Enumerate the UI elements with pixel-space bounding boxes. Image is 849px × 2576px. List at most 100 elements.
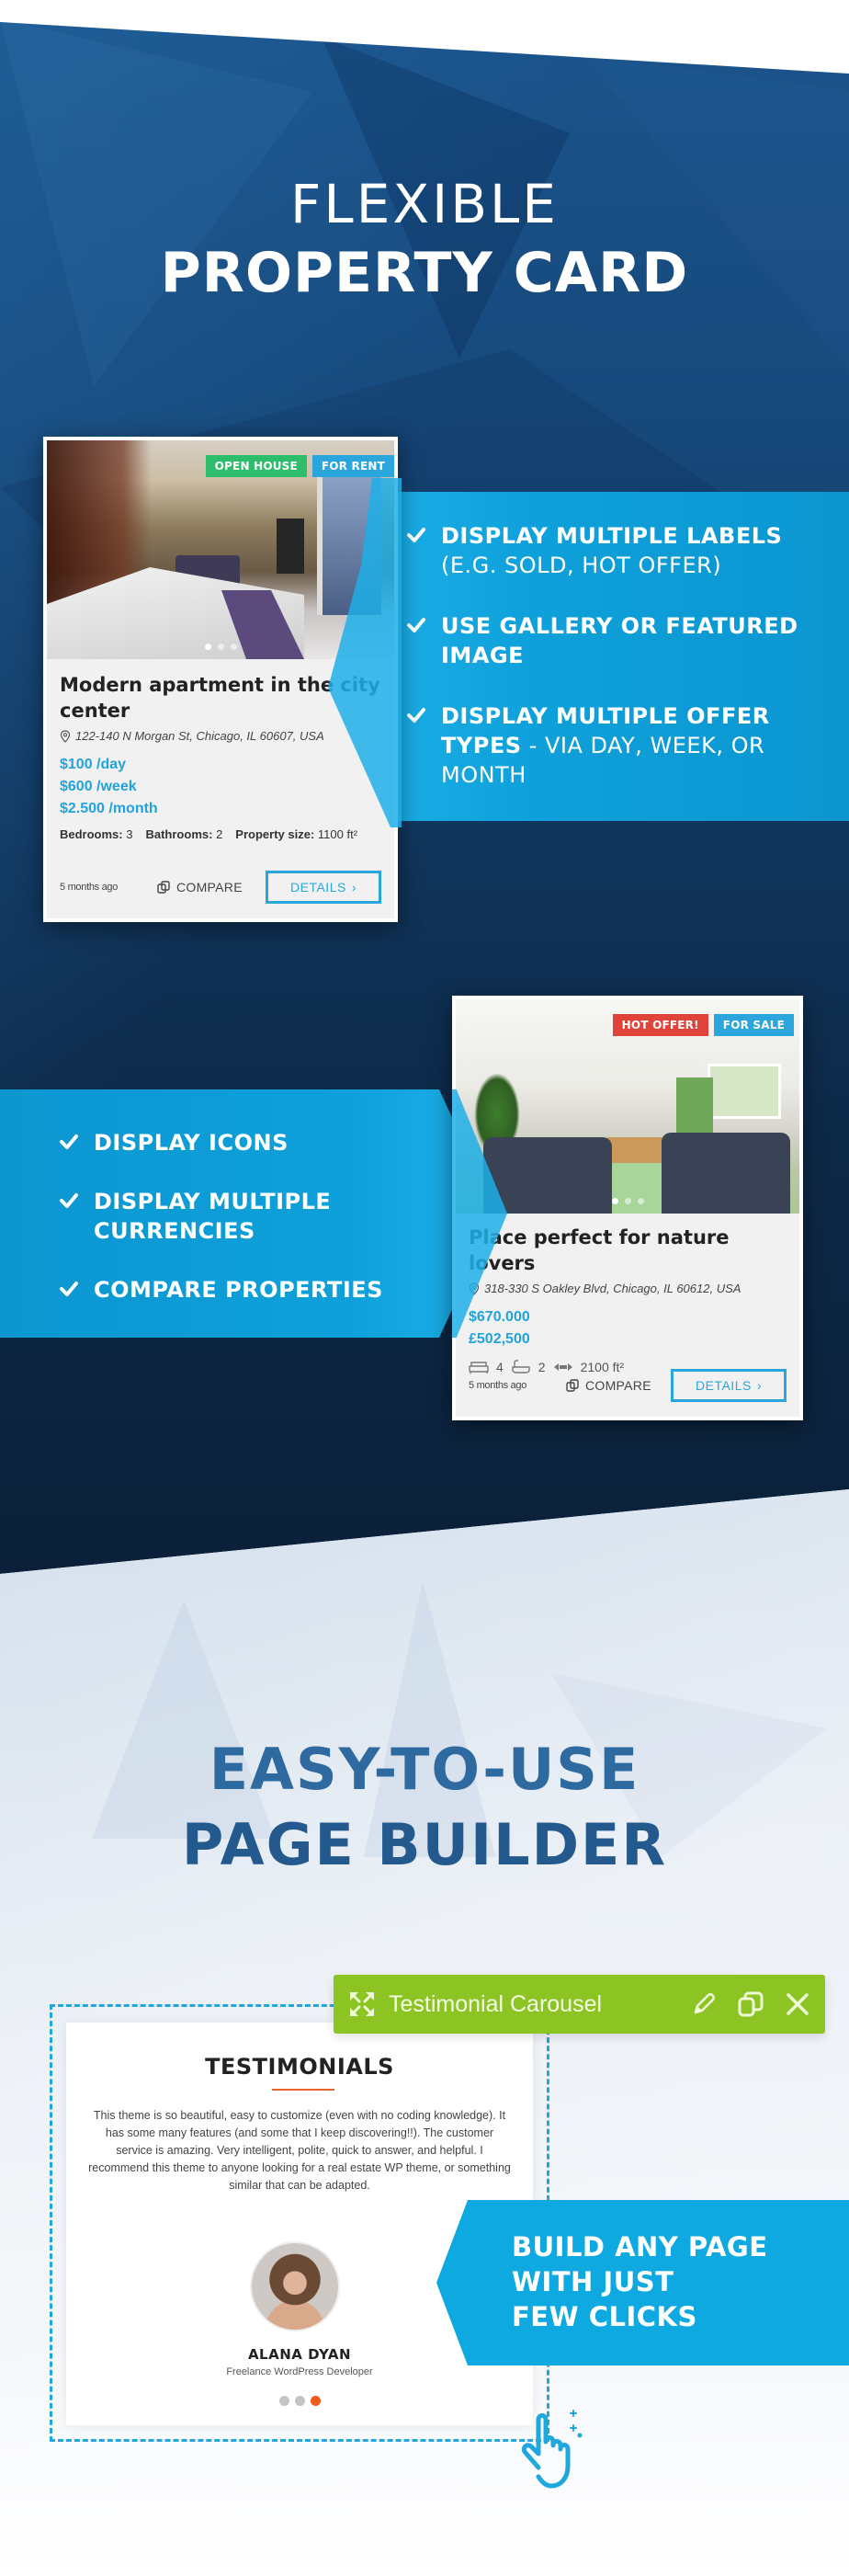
price-gbp: £502,500: [469, 1331, 530, 1347]
testimonial-author-role: Freelance WordPress Developer: [226, 2366, 373, 2377]
property-photo[interactable]: OPEN HOUSE FOR RENT: [47, 440, 394, 659]
cta-panel: BUILD ANY PAGE WITH JUST FEW CLICKS: [436, 2200, 849, 2365]
compare-button[interactable]: COMPARE: [157, 880, 266, 895]
property-photo[interactable]: HOT OFFER! FOR SALE: [456, 999, 799, 1214]
card-footer: 5 months ago COMPARE DETAILS ›: [60, 871, 381, 904]
details-button[interactable]: DETAILS ›: [671, 1369, 787, 1402]
testimonial-quote: This theme is so beautiful, easy to cust…: [88, 2109, 511, 2192]
edit-pencil-icon[interactable]: [691, 1991, 717, 2017]
feature-bold: DISPLAY ICONS: [94, 1130, 289, 1156]
gallery-dots: [456, 1198, 799, 1204]
property-labels: OPEN HOUSE FOR RENT: [205, 455, 394, 477]
spec-bathrooms: Bathrooms: 2: [145, 827, 222, 841]
hero-title-line-1: FLEXIBLE: [290, 173, 559, 235]
details-label: DETAILS: [290, 880, 346, 895]
spec-bedrooms: Bedrooms: 3: [60, 827, 132, 841]
compare-label: COMPARE: [585, 1378, 651, 1393]
photo-detail: [708, 1064, 781, 1119]
close-icon[interactable]: [785, 1991, 810, 2017]
check-icon: [407, 618, 425, 633]
cta-line: BUILD ANY PAGE: [512, 2231, 768, 2263]
feature-bold: DISPLAY MULTIPLE LABELS: [441, 523, 783, 549]
property-address: 318-330 S Oakley Blvd, Chicago, IL 60612…: [469, 1282, 787, 1295]
duplicate-icon[interactable]: [737, 1990, 764, 2018]
spec-value: 2: [216, 827, 223, 841]
features-panel-bottom: DISPLAY ICONS DISPLAY MULTIPLE CURRENCIE…: [0, 1089, 496, 1338]
posted-time: 5 months ago: [469, 1380, 527, 1391]
card-body: Place perfect for nature lovers 318-330 …: [469, 1225, 787, 1374]
gallery-dot[interactable]: [204, 644, 211, 650]
check-icon: [407, 708, 425, 723]
gallery-dot[interactable]: [637, 1198, 644, 1204]
feature-item: DISPLAY MULTIPLE CURRENCIES: [59, 1187, 362, 1246]
details-button[interactable]: DETAILS ›: [266, 871, 381, 904]
heading-underline: [272, 2089, 334, 2091]
pointer-hand-icon: [521, 2410, 583, 2489]
compare-icon: [566, 1378, 579, 1392]
photo-detail: [277, 519, 304, 574]
property-specs: Bedrooms: 3 Bathrooms: 2 Property size: …: [60, 827, 381, 841]
feature-item: USE GALLERY OR FEATURED IMAGE: [406, 611, 838, 670]
feature-bold: DISPLAY MULTIPLE CURRENCIES: [94, 1189, 332, 1244]
label-open-house: OPEN HOUSE: [205, 455, 307, 477]
carousel-dot[interactable]: [310, 2396, 321, 2406]
widget-title: Testimonial Carousel: [389, 1990, 603, 2017]
cta-line: FEW CLICKS: [512, 2301, 697, 2332]
photo-detail: [607, 1137, 662, 1163]
price-day: $100 /day: [60, 757, 127, 772]
location-pin-icon: [60, 729, 71, 743]
property-labels: HOT OFFER! FOR SALE: [612, 1014, 794, 1036]
label-for-rent: FOR RENT: [311, 455, 394, 477]
spec-label: Property size:: [235, 827, 315, 841]
hero-title-line-2: PROPERTY CARD: [160, 241, 689, 305]
compare-button[interactable]: COMPARE: [566, 1378, 671, 1393]
address-text: 122-140 N Morgan St, Chicago, IL 60607, …: [75, 729, 324, 743]
label-hot-offer: HOT OFFER!: [612, 1014, 708, 1036]
testimonials-heading: TESTIMONIALS: [205, 2054, 394, 2080]
label-for-sale: FOR SALE: [713, 1014, 794, 1036]
builder-title-line-2: PAGE BUILDER: [181, 1811, 668, 1878]
gallery-dot[interactable]: [230, 644, 237, 650]
details-label: DETAILS: [696, 1378, 752, 1393]
builder-title-line-1: EASY-TO-USE: [209, 1736, 640, 1803]
check-icon: [407, 528, 425, 542]
feature-bold: USE GALLERY OR FEATURED IMAGE: [441, 613, 798, 668]
price-week: $600 /week: [60, 779, 137, 794]
posted-time: 5 months ago: [60, 882, 119, 893]
cta-text: BUILD ANY PAGE WITH JUST FEW CLICKS: [512, 2229, 768, 2334]
feature-item: COMPARE PROPERTIES: [59, 1275, 445, 1305]
carousel-dots: [66, 2396, 533, 2406]
feature-bold: COMPARE PROPERTIES: [94, 1277, 383, 1303]
feature-item: DISPLAY MULTIPLE OFFER TYPES - VIA DAY, …: [406, 701, 792, 790]
features-panel-top: DISPLAY MULTIPLE LABELS (E.G. SOLD, HOT O…: [331, 492, 849, 821]
price-usd: $670.000: [469, 1309, 530, 1325]
avatar: [250, 2241, 340, 2331]
price-list: $670.000 £502,500: [469, 1306, 787, 1351]
spec-value: 1100 ft²: [317, 827, 358, 841]
widget-toolbar: Testimonial Carousel: [334, 1975, 825, 2034]
property-address: 122-140 N Morgan St, Chicago, IL 60607, …: [60, 729, 381, 743]
compare-label: COMPARE: [176, 880, 243, 895]
price-month: $2.500 /month: [60, 801, 158, 816]
move-icon[interactable]: [348, 1990, 376, 2018]
feature-item: DISPLAY ICONS: [59, 1128, 426, 1157]
check-icon: [60, 1134, 78, 1149]
feature-regular: (E.G. SOLD, HOT OFFER): [441, 553, 722, 578]
spec-size: Property size: 1100 ft²: [235, 827, 357, 841]
gallery-dot[interactable]: [217, 644, 224, 650]
check-icon: [60, 1193, 78, 1208]
spec-label: Bedrooms:: [60, 827, 123, 841]
chevron-right-icon: ›: [756, 1378, 762, 1393]
property-title[interactable]: Place perfect for nature lovers: [469, 1225, 787, 1276]
compare-icon: [157, 880, 170, 894]
carousel-dot[interactable]: [278, 2396, 289, 2406]
carousel-dot[interactable]: [294, 2396, 305, 2406]
card-footer: 5 months ago COMPARE DETAILS ›: [469, 1369, 787, 1402]
chevron-right-icon: ›: [351, 880, 357, 895]
gallery-dot[interactable]: [624, 1198, 631, 1204]
gallery-dot[interactable]: [611, 1198, 618, 1204]
bg-facet: [92, 1600, 276, 1839]
address-text: 318-330 S Oakley Blvd, Chicago, IL 60612…: [484, 1282, 741, 1295]
price-list: $100 /day $600 /week $2.500 /month: [60, 754, 381, 820]
spec-value: 3: [126, 827, 133, 841]
